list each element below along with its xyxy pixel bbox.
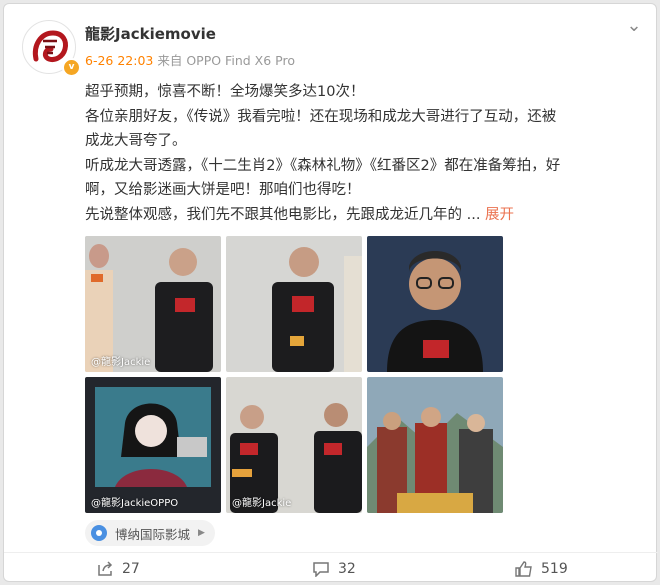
watermark: @龍影Jackie [232, 498, 292, 509]
post-time[interactable]: 6-26 22:03 [85, 53, 153, 68]
watermark: @龍影Jackie [91, 357, 151, 368]
photo-5[interactable]: @龍影Jackie [226, 377, 362, 513]
post-line-1: 超乎预期，惊喜不断！全场爆笑多达10次！ [85, 84, 365, 100]
photo-2[interactable] [226, 236, 362, 372]
post-source: 来自 OPPO Find X6 Pro [157, 53, 295, 68]
photo-6[interactable] [367, 377, 503, 513]
photo-3[interactable] [367, 236, 503, 372]
more-chevron-icon[interactable]: ⌄ [622, 16, 646, 36]
location-tag[interactable]: 博纳国际影城 ▶ [85, 520, 215, 546]
like-count: 519 [541, 561, 568, 577]
comment-count: 32 [338, 561, 356, 577]
location-label: 博纳国际影城 [115, 526, 191, 542]
avatar[interactable]: v [22, 20, 81, 77]
like-button[interactable]: 519 [515, 559, 568, 579]
share-button[interactable]: 27 [96, 559, 140, 579]
post-line-3: 听成龙大哥透露，《十二生肖2》《森林礼物》《红番区2》都在准备筹拍，好啊，又给影… [85, 157, 561, 199]
chevron-right-icon: ▶ [198, 528, 205, 538]
watermark: @龍影JackieOPPO [91, 498, 179, 509]
username[interactable]: 龍影Jackiemovie [85, 23, 216, 44]
photo-1[interactable]: @龍影Jackie [85, 236, 221, 372]
post-line-2: 各位亲朋好友，《传说》我看完啦！还在现场和成龙大哥进行了互动，还被成龙大哥夸了。 [85, 108, 557, 150]
post-line-4-text: 先说整体观感，我们先不跟其他电影比，先跟成龙近几年的 ... [85, 206, 481, 223]
location-pin-icon [91, 525, 107, 541]
share-icon [98, 561, 113, 576]
photo-4[interactable]: @龍影JackieOPPO [85, 377, 221, 513]
expand-link[interactable]: 展开 [485, 207, 514, 223]
post-content: 超乎预期，惊喜不断！全场爆笑多达10次！ 各位亲朋好友，《传说》我看完啦！还在现… [85, 80, 565, 227]
post-meta: 6-26 22:03 来自 OPPO Find X6 Pro [85, 50, 295, 69]
comment-icon [313, 562, 329, 577]
verified-badge-icon: v [62, 58, 81, 77]
like-icon [515, 561, 532, 577]
weibo-post-card: v 龍影Jackiemovie 6-26 22:03 来自 OPPO Find … [3, 3, 658, 583]
share-count: 27 [122, 561, 140, 577]
post-line-4: 先说整体观感，我们先不跟其他电影比，先跟成龙近几年的 ... 展开 [85, 203, 565, 228]
action-bar: 27 32 519 [4, 552, 658, 583]
comment-button[interactable]: 32 [312, 559, 356, 579]
